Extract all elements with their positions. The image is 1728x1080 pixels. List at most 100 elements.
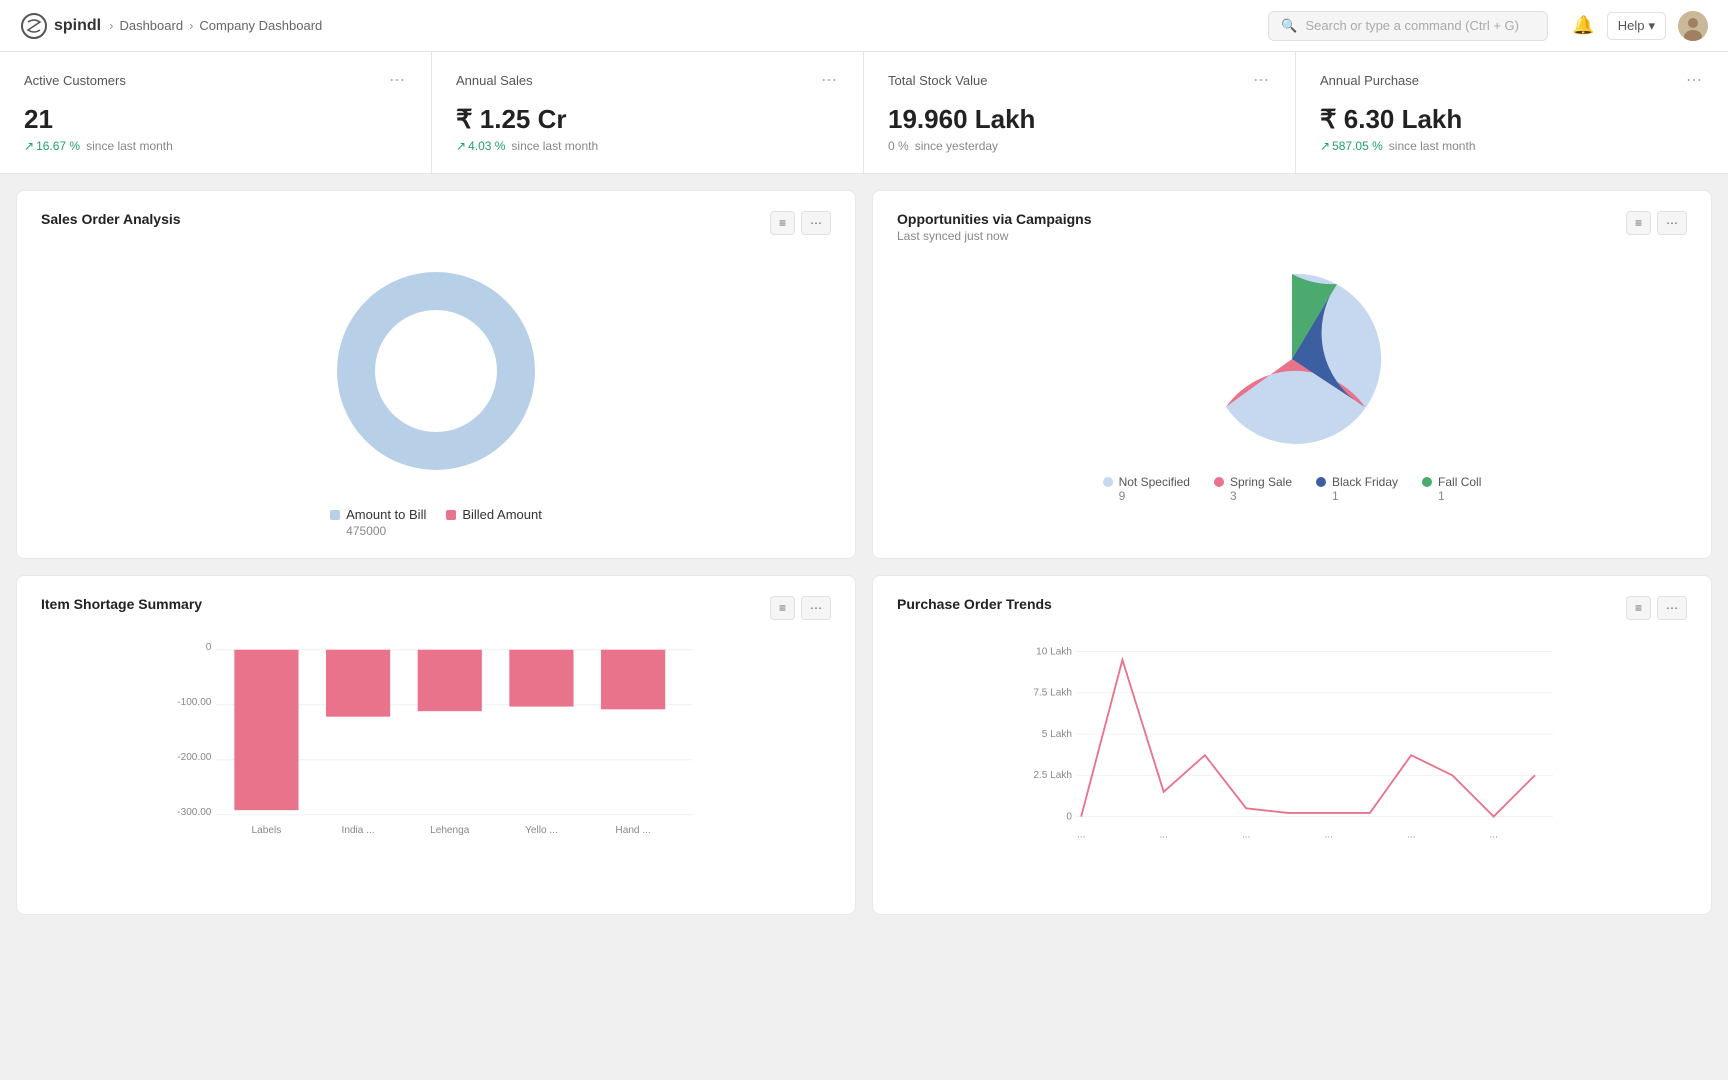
breadcrumb-sep2: › xyxy=(189,18,193,33)
donut-chart-svg xyxy=(326,261,546,481)
panel-title-group: Opportunities via Campaigns Last synced … xyxy=(897,211,1091,243)
stat-change: ↗ 587.05 % xyxy=(1320,139,1383,153)
avatar[interactable] xyxy=(1678,11,1708,41)
bar-yello xyxy=(509,650,573,707)
legend-dot xyxy=(1316,477,1326,487)
legend-count: 1 xyxy=(1438,489,1445,503)
breadcrumb-sep1: › xyxy=(109,18,113,33)
bar-chart-area: 0 -100.00 -200.00 -300.00 Labels Indi xyxy=(41,636,831,856)
line-chart-svg: 10 Lakh 7.5 Lakh 5 Lakh 2.5 Lakh 0 xyxy=(897,636,1687,856)
stat-menu[interactable]: ⋯ xyxy=(821,70,839,90)
panel-actions: ≡ ⋯ xyxy=(770,596,831,620)
stat-menu[interactable]: ⋯ xyxy=(389,70,407,90)
more-button[interactable]: ⋯ xyxy=(1657,211,1687,235)
legend-label: Amount to Bill xyxy=(330,507,426,522)
pie-legend-label: Black Friday xyxy=(1316,475,1398,489)
line-chart-path xyxy=(1081,660,1535,817)
more-icon: ⋯ xyxy=(810,216,822,230)
stat-cards-row: Active Customers ⋯ 21 ↗ 16.67 % since la… xyxy=(0,52,1728,174)
bar-hand xyxy=(601,650,665,710)
panel-title: Sales Order Analysis xyxy=(41,211,181,227)
bar-label-2: Lehenga xyxy=(430,825,470,836)
legend-dot-pink xyxy=(446,510,456,520)
more-icon: ⋯ xyxy=(1666,216,1678,230)
more-button[interactable]: ⋯ xyxy=(801,596,831,620)
bell-icon[interactable]: 🔔 xyxy=(1572,15,1594,36)
stat-menu[interactable]: ⋯ xyxy=(1253,70,1271,90)
chevron-down-icon: ▾ xyxy=(1648,18,1655,34)
filter-icon: ≡ xyxy=(1635,601,1642,615)
pie-chart-svg xyxy=(1192,259,1392,459)
opportunities-panel: Opportunities via Campaigns Last synced … xyxy=(872,190,1712,559)
panel-actions: ≡ ⋯ xyxy=(1626,211,1687,235)
pie-legend-label: Fall Coll xyxy=(1422,475,1481,489)
more-button[interactable]: ⋯ xyxy=(801,211,831,235)
breadcrumb-dashboard[interactable]: Dashboard xyxy=(119,18,183,33)
help-button[interactable]: Help ▾ xyxy=(1607,12,1666,40)
stat-change-value: 587.05 % xyxy=(1332,139,1383,153)
stat-period: since yesterday xyxy=(915,139,998,153)
panel-title: Opportunities via Campaigns xyxy=(897,211,1091,227)
pie-legend-item-1: Spring Sale 3 xyxy=(1214,475,1292,503)
legend-dot-blue xyxy=(330,510,340,520)
more-button[interactable]: ⋯ xyxy=(1657,596,1687,620)
stat-menu[interactable]: ⋯ xyxy=(1686,70,1704,90)
svg-text:2.5 Lakh: 2.5 Lakh xyxy=(1033,770,1072,781)
pie-legend-item-0: Not Specified 9 xyxy=(1103,475,1190,503)
stat-footer: ↗ 4.03 % since last month xyxy=(456,139,839,153)
stat-footer: ↗ 587.05 % since last month xyxy=(1320,139,1704,153)
svg-text:10 Lakh: 10 Lakh xyxy=(1036,646,1072,657)
filter-button[interactable]: ≡ xyxy=(1626,596,1651,620)
header-actions: 🔔 Help ▾ xyxy=(1572,11,1708,41)
legend-value: 475000 xyxy=(346,524,386,538)
svg-text:0: 0 xyxy=(1066,811,1072,822)
legend-count: 1 xyxy=(1332,489,1339,503)
breadcrumb-company[interactable]: Company Dashboard xyxy=(199,18,322,33)
legend-count: 3 xyxy=(1230,489,1237,503)
stat-change-value: 0 % xyxy=(888,139,909,153)
pie-legend-item-2: Black Friday 1 xyxy=(1316,475,1398,503)
sales-order-panel: Sales Order Analysis ≡ ⋯ xyxy=(16,190,856,559)
stat-period: since last month xyxy=(1389,139,1476,153)
search-placeholder: Search or type a command (Ctrl + G) xyxy=(1305,18,1519,33)
panel-actions: ≡ ⋯ xyxy=(770,211,831,235)
legend-item-billed-amount: Billed Amount xyxy=(446,507,542,538)
filter-button[interactable]: ≡ xyxy=(770,211,795,235)
stat-card-annual-sales: Annual Sales ⋯ ₹ 1.25 Cr ↗ 4.03 % since … xyxy=(432,52,864,173)
stat-title: Total Stock Value xyxy=(888,73,987,88)
arrow-up-icon: ↗ xyxy=(456,139,466,153)
stat-change-value: 4.03 % xyxy=(468,139,505,153)
bar-chart-svg: 0 -100.00 -200.00 -300.00 Labels Indi xyxy=(41,636,831,856)
pie-legend: Not Specified 9 Spring Sale 3 xyxy=(1103,475,1482,503)
stat-card-header: Total Stock Value ⋯ xyxy=(888,70,1271,90)
filter-icon: ≡ xyxy=(779,216,786,230)
panel-header: Sales Order Analysis ≡ ⋯ xyxy=(41,211,831,235)
search-bar[interactable]: 🔍 Search or type a command (Ctrl + G) xyxy=(1268,11,1548,41)
more-icon: ⋯ xyxy=(1666,601,1678,615)
logo[interactable]: spindl xyxy=(20,12,101,40)
filter-button[interactable]: ≡ xyxy=(1626,211,1651,235)
legend-dot xyxy=(1214,477,1224,487)
stat-change: 0 % xyxy=(888,139,909,153)
svg-text:...: ... xyxy=(1407,830,1415,841)
chart-row-1: Sales Order Analysis ≡ ⋯ xyxy=(0,174,1728,575)
stat-title: Annual Sales xyxy=(456,73,533,88)
bar-label-1: India ... xyxy=(342,825,375,836)
stat-value: 19.960 Lakh xyxy=(888,104,1271,135)
pie-legend-label: Spring Sale xyxy=(1214,475,1292,489)
stat-card-header: Active Customers ⋯ xyxy=(24,70,407,90)
y-label-1: -100.00 xyxy=(177,697,212,708)
y-label-2: -200.00 xyxy=(177,752,212,763)
stat-change: ↗ 4.03 % xyxy=(456,139,505,153)
filter-button[interactable]: ≡ xyxy=(770,596,795,620)
bar-lehenga xyxy=(418,650,482,711)
y-label-3: -300.00 xyxy=(177,807,212,818)
donut-chart-container: Amount to Bill 475000 Billed Amount xyxy=(41,251,831,538)
pie-legend-label: Not Specified xyxy=(1103,475,1190,489)
legend-item-amount-to-bill: Amount to Bill 475000 xyxy=(330,507,426,538)
stat-footer: ↗ 16.67 % since last month xyxy=(24,139,407,153)
main-content: Active Customers ⋯ 21 ↗ 16.67 % since la… xyxy=(0,52,1728,931)
more-icon: ⋯ xyxy=(810,601,822,615)
legend-text: Black Friday xyxy=(1332,475,1398,489)
stat-title: Active Customers xyxy=(24,73,126,88)
